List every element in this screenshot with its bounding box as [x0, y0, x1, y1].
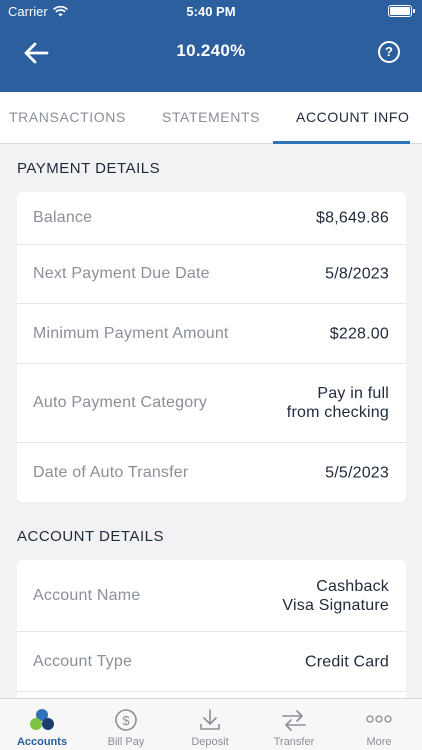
payment-details-card: Balance $8,649.86 Next Payment Due Date …: [17, 192, 406, 502]
next-payment-due-row: Next Payment Due Date 5/8/2023: [17, 245, 406, 304]
payment-details-heading: PAYMENT DETAILS: [17, 160, 161, 177]
active-tab-indicator: [273, 141, 410, 144]
battery-icon: [388, 5, 415, 17]
date-of-auto-transfer-label: Date of Auto Transfer: [33, 463, 189, 481]
bottom-tab-bar: Accounts $ Bill Pay Deposit Transfer Mor…: [0, 698, 422, 750]
minimum-payment-label: Minimum Payment Amount: [33, 324, 229, 342]
account-name-row: Account Name Cashback Visa Signature: [17, 560, 406, 632]
tabbar-more[interactable]: More: [336, 699, 422, 750]
next-payment-due-label: Next Payment Due Date: [33, 265, 210, 282]
segment-tabs: TRANSACTIONS STATEMENTS ACCOUNT INFO: [0, 92, 422, 144]
minimum-payment-row: Minimum Payment Amount $228.00: [17, 304, 406, 364]
auto-payment-category-value: Pay in full from checking: [286, 385, 389, 421]
account-type-row: Account Type Credit Card: [17, 632, 406, 692]
more-dots-icon: [366, 715, 392, 723]
download-tray-icon: [200, 709, 220, 730]
tabbar-transfer[interactable]: Transfer: [252, 699, 336, 750]
tabbar-deposit-label: Deposit: [191, 736, 229, 748]
svg-text:$: $: [122, 713, 130, 728]
transfer-arrows-icon: [282, 710, 306, 731]
tabbar-bill-pay[interactable]: $ Bill Pay: [84, 699, 168, 750]
date-of-auto-transfer-value: 5/5/2023: [325, 464, 389, 481]
account-name-value: Cashback Visa Signature: [282, 577, 389, 614]
date-of-auto-transfer-row: Date of Auto Transfer 5/5/2023: [17, 443, 406, 502]
auto-payment-category-label: Auto Payment Category: [33, 394, 208, 411]
account-type-value: Credit Card: [304, 653, 389, 670]
status-time: 5:40 PM: [186, 4, 236, 19]
accounts-circles-icon: [30, 709, 54, 730]
help-icon[interactable]: ?: [378, 41, 400, 63]
minimum-payment-value: $228.00: [329, 325, 389, 342]
page-title: 10.240%: [176, 41, 246, 60]
tabbar-transfer-label: Transfer: [273, 736, 315, 748]
tabbar-deposit[interactable]: Deposit: [168, 699, 252, 750]
account-type-label: Account Type: [33, 652, 133, 670]
tabbar-accounts-label: Accounts: [16, 736, 68, 748]
tabbar-bill-pay-label: Bill Pay: [107, 736, 145, 748]
tab-statements[interactable]: STATEMENTS: [162, 92, 260, 144]
nav-bar: 10.240% ?: [0, 22, 422, 92]
status-bar: Carrier 5:40 PM: [0, 0, 422, 22]
account-details-card: Account Name Cashback Visa Signature Acco…: [17, 560, 406, 698]
tabbar-accounts[interactable]: Accounts: [0, 699, 84, 750]
account-details-heading: ACCOUNT DETAILS: [17, 528, 164, 545]
dollar-circle-icon: $: [115, 709, 137, 731]
balance-row: Balance $8,649.86: [17, 192, 406, 245]
account-name-label: Account Name: [33, 586, 141, 604]
next-payment-due-value: 5/8/2023: [325, 265, 389, 283]
balance-value: $8,649.86: [316, 209, 389, 227]
balance-label: Balance: [33, 209, 93, 226]
tab-transactions[interactable]: TRANSACTIONS: [9, 92, 126, 144]
tab-account-info[interactable]: ACCOUNT INFO: [296, 92, 410, 144]
tabbar-more-label: More: [366, 736, 392, 748]
auto-payment-category-row: Auto Payment Category Pay in full from ch…: [17, 364, 406, 443]
